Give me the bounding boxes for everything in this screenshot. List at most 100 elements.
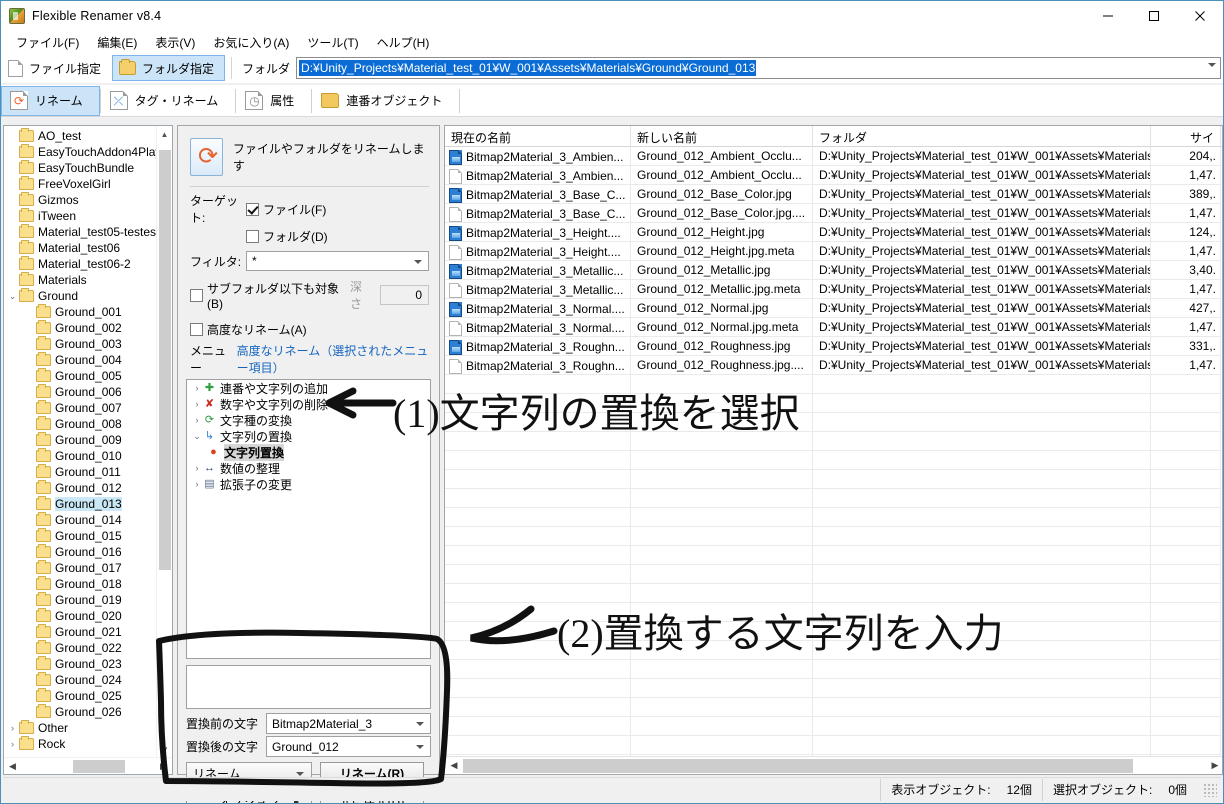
tree-vertical-scrollbar[interactable]: ▲ ▼ bbox=[156, 126, 172, 757]
method-expander-icon[interactable]: ⌄ bbox=[191, 431, 203, 442]
tree-hscroll-thumb[interactable] bbox=[73, 759, 125, 773]
table-row[interactable]: Bitmap2Material_3_Roughn... Ground_012_Ro… bbox=[445, 356, 1222, 375]
advanced-rename-checkbox[interactable] bbox=[190, 323, 203, 336]
tree-item[interactable]: Ground_010 bbox=[4, 448, 172, 464]
tree-item[interactable]: Ground_007 bbox=[4, 400, 172, 416]
close-button[interactable] bbox=[1177, 1, 1223, 31]
tree-item[interactable]: Ground_018 bbox=[4, 576, 172, 592]
tree-item[interactable]: ⌄ Ground bbox=[4, 288, 172, 304]
tree-expander-icon[interactable]: ⌄ bbox=[6, 291, 19, 302]
tab-tag-rename[interactable]: ⤫ タグ・リネーム bbox=[101, 86, 236, 116]
tab-sequential-object[interactable]: 連番オブジェクト bbox=[312, 86, 459, 116]
tree-item[interactable]: Ground_020 bbox=[4, 608, 172, 624]
table-row[interactable]: Bitmap2Material_3_Height.... Ground_012_H… bbox=[445, 223, 1222, 242]
rename-method-item[interactable]: › ▤ 拡張子の変更 bbox=[187, 476, 430, 492]
tree-item[interactable]: Ground_022 bbox=[4, 640, 172, 656]
menu-help[interactable]: ヘルプ(H) bbox=[368, 32, 439, 53]
column-header[interactable]: 新しい名前 bbox=[631, 126, 813, 146]
minimize-button[interactable] bbox=[1085, 1, 1131, 31]
tree-item[interactable]: › Rock bbox=[4, 736, 172, 752]
tree-item[interactable]: Ground_012 bbox=[4, 480, 172, 496]
tree-item[interactable]: AO_test bbox=[4, 128, 172, 144]
resize-grip-icon[interactable] bbox=[1203, 782, 1217, 797]
folder-path-value[interactable]: D:¥Unity_Projects¥Material_test_01¥W_001… bbox=[299, 60, 757, 76]
table-row[interactable]: Bitmap2Material_3_Metallic... Ground_012_… bbox=[445, 280, 1222, 299]
tree-item[interactable]: Material_test05-testest bbox=[4, 224, 172, 240]
before-text-value[interactable]: Bitmap2Material_3 bbox=[272, 717, 372, 731]
list-scroll-right-icon[interactable]: ▶ bbox=[1206, 756, 1222, 774]
table-row[interactable]: Bitmap2Material_3_Metallic... Ground_012_… bbox=[445, 261, 1222, 280]
tree-item[interactable]: Ground_009 bbox=[4, 432, 172, 448]
method-expander-icon[interactable]: › bbox=[191, 415, 203, 425]
tree-item[interactable]: Ground_004 bbox=[4, 352, 172, 368]
table-row[interactable]: Bitmap2Material_3_Ambien... Ground_012_Am… bbox=[445, 166, 1222, 185]
tree-hscroll-track[interactable] bbox=[21, 758, 155, 775]
after-text-value[interactable]: Ground_012 bbox=[272, 740, 339, 754]
tree-horizontal-scrollbar[interactable]: ◀ ▶ bbox=[4, 757, 172, 774]
tree-item[interactable]: Ground_011 bbox=[4, 464, 172, 480]
scroll-up-icon[interactable]: ▲ bbox=[157, 126, 172, 142]
table-row[interactable]: Bitmap2Material_3_Normal.... Ground_012_N… bbox=[445, 318, 1222, 337]
tree-item[interactable]: EasyTouchAddon4PlayM bbox=[4, 144, 172, 160]
tree-item[interactable]: Ground_014 bbox=[4, 512, 172, 528]
tree-item[interactable]: Ground_008 bbox=[4, 416, 172, 432]
tab-attributes[interactable]: ◷ 属性 bbox=[236, 86, 311, 116]
tree-item[interactable]: Ground_019 bbox=[4, 592, 172, 608]
method-expander-icon[interactable]: › bbox=[191, 399, 203, 409]
tree-expander-icon[interactable]: › bbox=[6, 739, 19, 749]
table-row[interactable]: Bitmap2Material_3_Normal.... Ground_012_N… bbox=[445, 299, 1222, 318]
tree-item[interactable]: Ground_025 bbox=[4, 688, 172, 704]
folder-mode-button[interactable]: フォルダ指定 bbox=[112, 55, 226, 81]
tree-item[interactable]: iTween bbox=[4, 208, 172, 224]
menu-view[interactable]: 表示(V) bbox=[146, 32, 204, 53]
table-row[interactable]: Bitmap2Material_3_Roughn... Ground_012_Ro… bbox=[445, 337, 1222, 356]
tree-item[interactable]: Material_test06-2 bbox=[4, 256, 172, 272]
table-row[interactable]: Bitmap2Material_3_Height.... Ground_012_H… bbox=[445, 242, 1222, 261]
tree-item[interactable]: › Other bbox=[4, 720, 172, 736]
depth-input[interactable]: 0 bbox=[380, 285, 429, 305]
table-row[interactable]: Bitmap2Material_3_Base_C... Ground_012_Ba… bbox=[445, 185, 1222, 204]
tree-item[interactable]: EasyTouchBundle bbox=[4, 160, 172, 176]
subfolder-checkbox[interactable] bbox=[190, 288, 203, 302]
tree-item[interactable]: Ground_023 bbox=[4, 656, 172, 672]
list-horizontal-scrollbar[interactable]: ◀ ▶ bbox=[445, 756, 1222, 774]
tree-item[interactable]: Gizmos bbox=[4, 192, 172, 208]
tree-item[interactable]: Materials bbox=[4, 272, 172, 288]
tree-item[interactable]: FreeVoxelGirl bbox=[4, 176, 172, 192]
tree-item[interactable]: Ground_024 bbox=[4, 672, 172, 688]
filter-combo[interactable]: * bbox=[246, 251, 429, 271]
folder-tree[interactable]: AO_test EasyTouchAddon4PlayM EasyTouchBund… bbox=[4, 126, 172, 757]
file-list-body[interactable]: Bitmap2Material_3_Ambien... Ground_012_Am… bbox=[445, 147, 1222, 774]
tree-item[interactable]: Ground_026 bbox=[4, 704, 172, 720]
list-scroll-left-icon[interactable]: ◀ bbox=[445, 756, 463, 774]
menu-favorites[interactable]: お気に入り(A) bbox=[204, 32, 298, 53]
maximize-button[interactable] bbox=[1131, 1, 1177, 31]
column-header[interactable]: フォルダ bbox=[813, 126, 1151, 146]
chevron-down-icon[interactable] bbox=[1208, 63, 1216, 67]
list-hscroll-thumb[interactable] bbox=[463, 758, 1133, 773]
tree-item[interactable]: Material_test06 bbox=[4, 240, 172, 256]
column-header[interactable]: 現在の名前 bbox=[445, 126, 631, 146]
tree-item[interactable]: Ground_013 bbox=[4, 496, 172, 512]
folder-path-combo[interactable]: D:¥Unity_Projects¥Material_test_01¥W_001… bbox=[296, 57, 1221, 79]
tree-scroll-thumb[interactable] bbox=[159, 150, 171, 570]
target-folder-checkbox[interactable] bbox=[246, 230, 259, 243]
tree-item[interactable]: Ground_003 bbox=[4, 336, 172, 352]
scroll-down-icon[interactable]: ▼ bbox=[157, 741, 172, 757]
list-hscroll-track[interactable] bbox=[463, 756, 1206, 774]
tab-rename[interactable]: ⟳ リネーム bbox=[1, 85, 100, 116]
menu-file[interactable]: ファイル(F) bbox=[7, 32, 88, 53]
method-expander-icon[interactable]: › bbox=[191, 479, 203, 489]
file-list-header[interactable]: 現在の名前 新しい名前 フォルダ サイ bbox=[445, 126, 1222, 147]
table-row[interactable]: Bitmap2Material_3_Ambien... Ground_012_Am… bbox=[445, 147, 1222, 166]
tree-item[interactable]: Ground_006 bbox=[4, 384, 172, 400]
scroll-left-icon[interactable]: ◀ bbox=[4, 758, 21, 775]
tree-item[interactable]: Ground_015 bbox=[4, 528, 172, 544]
menu-edit[interactable]: 編集(E) bbox=[88, 32, 146, 53]
tree-item[interactable]: Ground_001 bbox=[4, 304, 172, 320]
rename-method-item[interactable]: › ↔ 数値の整理 bbox=[187, 460, 430, 476]
tree-item[interactable]: Ground_021 bbox=[4, 624, 172, 640]
tree-item[interactable]: Ground_002 bbox=[4, 320, 172, 336]
file-mode-button[interactable]: ファイル指定 bbox=[1, 55, 112, 81]
method-expander-icon[interactable]: › bbox=[191, 383, 203, 393]
